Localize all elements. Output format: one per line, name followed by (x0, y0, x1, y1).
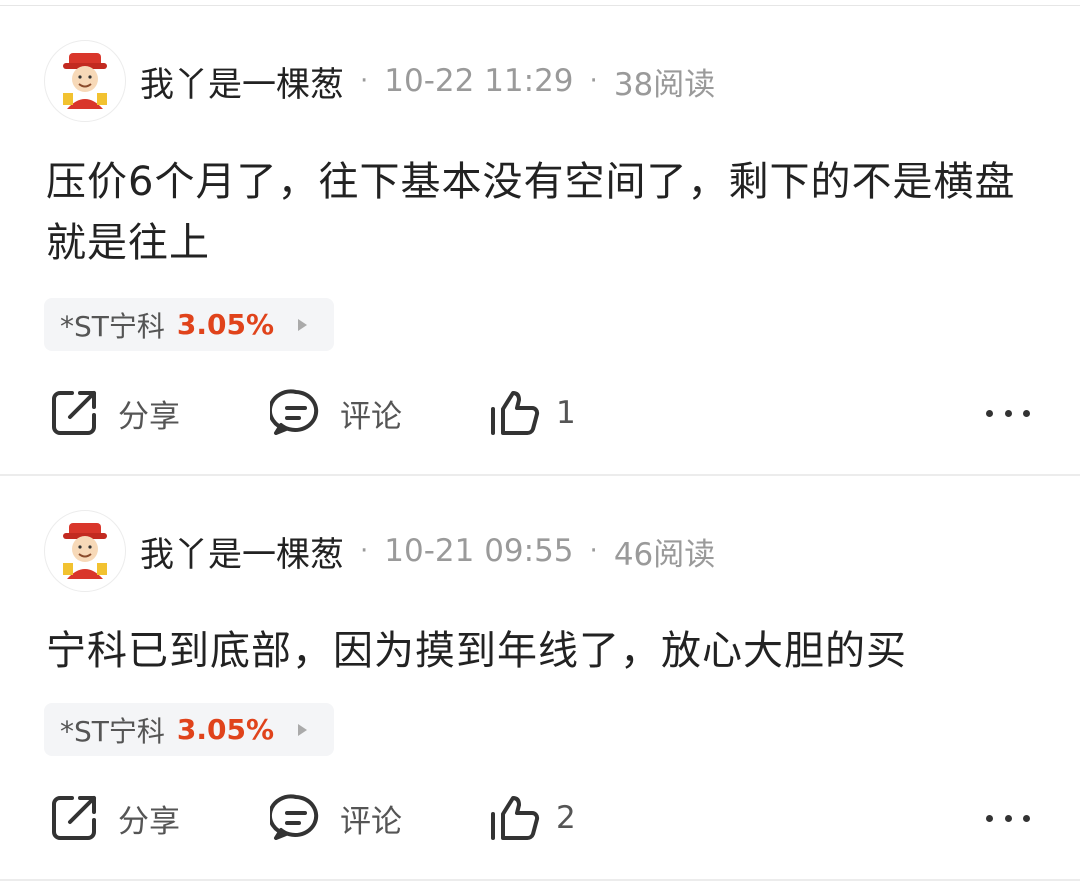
read-count: 38阅读 (613, 66, 716, 103)
more-dot (1023, 409, 1030, 417)
more-dot (1004, 409, 1012, 417)
post-content[interactable]: 宁科已到底部，因为摸到年线了，放心大胆的买 (46, 621, 1046, 682)
post-header: 我丫是一棵葱 · 10-22 11:29 · 38阅读 (44, 40, 715, 122)
more-icon[interactable] (986, 403, 1030, 423)
comment-button[interactable]: 评论 (270, 790, 402, 846)
like-button[interactable]: 1 (488, 385, 576, 441)
share-label: 分享 (118, 803, 180, 840)
comment-icon (270, 389, 319, 435)
more-dot (986, 409, 993, 417)
stock-change: 3.05% (176, 713, 275, 746)
post-divider (0, 879, 1080, 881)
avatar-caishen-icon (63, 53, 107, 109)
share-label: 分享 (118, 398, 180, 435)
stock-tag[interactable]: *ST宁科 3.05% (44, 703, 334, 756)
avatar[interactable] (44, 510, 126, 592)
comment-icon (270, 794, 319, 840)
post-time: 10-22 11:29 (384, 63, 574, 99)
meta-separator: · (589, 536, 598, 566)
post-content[interactable]: 压价6个月了，往下基本没有空间了，剩下的不是横盘就是往上 (46, 152, 1046, 274)
like-count: 2 (556, 800, 576, 836)
comment-label: 评论 (340, 398, 402, 435)
stock-change: 3.05% (176, 308, 275, 341)
more-icon[interactable] (986, 808, 1030, 828)
more-dot (1004, 814, 1012, 822)
chevron-right-icon (298, 318, 308, 331)
stock-name: *ST宁科 (60, 309, 165, 343)
like-icon (491, 391, 540, 435)
post-header: 我丫是一棵葱 · 10-21 09:55 · 46阅读 (44, 510, 715, 592)
stock-tag[interactable]: *ST宁科 3.05% (44, 298, 334, 351)
more-dot (986, 814, 993, 822)
more-dot (1023, 814, 1030, 822)
username[interactable]: 我丫是一棵葱 (140, 527, 344, 576)
like-icon (491, 796, 540, 840)
share-button[interactable]: 分享 (48, 790, 180, 846)
meta-separator: · (360, 536, 369, 566)
comment-label: 评论 (340, 803, 402, 840)
post-divider (0, 474, 1080, 476)
read-count: 46阅读 (613, 536, 716, 573)
post-time: 10-21 09:55 (384, 533, 574, 569)
top-divider (0, 5, 1080, 6)
avatar[interactable] (44, 40, 126, 122)
username[interactable]: 我丫是一棵葱 (140, 57, 344, 106)
like-count: 1 (556, 395, 576, 431)
meta-separator: · (589, 66, 598, 96)
share-icon (52, 391, 96, 435)
share-icon (52, 796, 96, 840)
meta-separator: · (360, 66, 369, 96)
avatar-caishen-icon (63, 523, 107, 579)
chevron-right-icon (298, 723, 308, 736)
share-button[interactable]: 分享 (48, 385, 180, 441)
comment-button[interactable]: 评论 (270, 385, 402, 441)
like-button[interactable]: 2 (488, 790, 576, 846)
stock-name: *ST宁科 (60, 714, 165, 748)
